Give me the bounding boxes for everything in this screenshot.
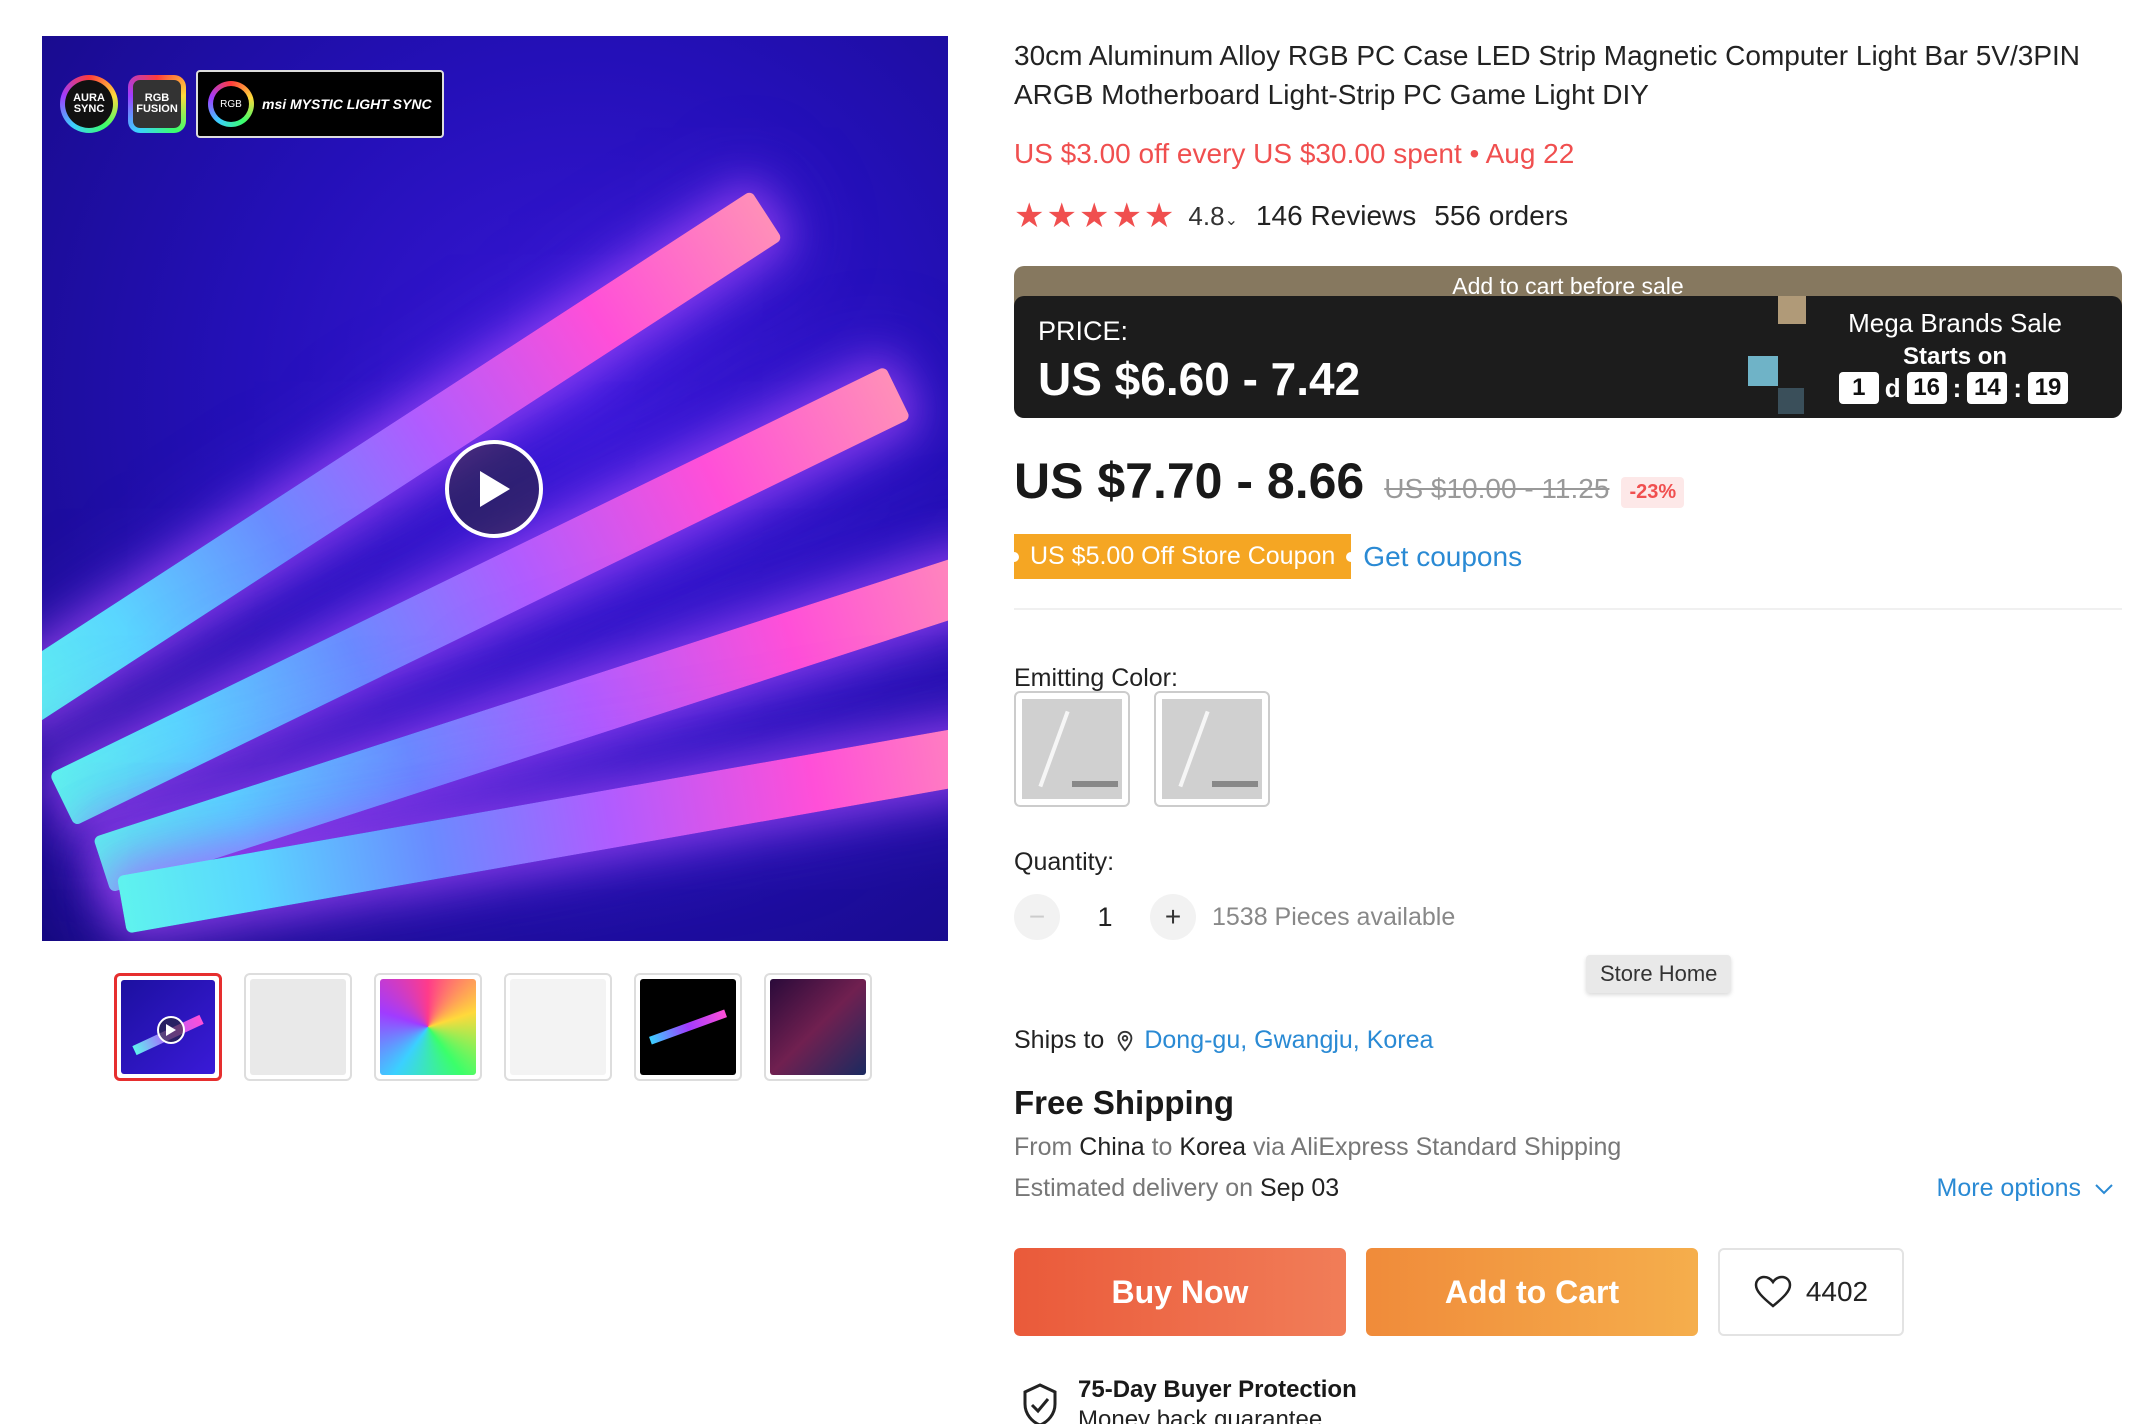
- star-rating-icon: ★★★★★: [1014, 197, 1177, 235]
- heart-icon: [1754, 1275, 1792, 1308]
- shipping-route: From China to Korea via AliExpress Stand…: [1014, 1133, 1622, 1161]
- wishlist-button[interactable]: 4402: [1718, 1248, 1904, 1336]
- thumbnail-strip: [114, 973, 872, 1081]
- location-pin-icon: [1118, 1030, 1133, 1052]
- thumbnail-image[interactable]: [764, 973, 872, 1081]
- countdown-timer: 1 d 16 : 14 : 19: [1838, 372, 2068, 404]
- thumbnail-image[interactable]: [244, 973, 352, 1081]
- color-swatches: [1014, 691, 1270, 807]
- thumbnail-image[interactable]: [634, 973, 742, 1081]
- color-option-2[interactable]: [1154, 691, 1270, 807]
- presale-banner: Add to cart before sale PRICE: US $6.60 …: [1014, 266, 2122, 418]
- original-price: US $10.00 - 11.25: [1384, 473, 1610, 504]
- play-icon: [480, 471, 510, 507]
- more-shipping-options-link[interactable]: More options: [1937, 1174, 2114, 1203]
- countdown-separator: :: [1952, 372, 1962, 403]
- orders-count: 556 orders: [1434, 200, 1569, 231]
- rating-value[interactable]: 4.8⌄: [1188, 201, 1238, 232]
- coupon-row: US $5.00 Off Store Coupon Get coupons: [1008, 534, 1522, 579]
- play-video-button[interactable]: [445, 440, 543, 538]
- product-title: 30cm Aluminum Alloy RGB PC Case LED Stri…: [1014, 40, 2080, 110]
- pieces-available: 1538 Pieces available: [1212, 902, 1456, 931]
- buyer-protection-title: 75-Day Buyer Protection: [1078, 1376, 1357, 1403]
- quantity-input[interactable]: 1: [1060, 902, 1150, 933]
- sale-event-name: Mega Brands Sale: [1848, 308, 2062, 338]
- store-coupon-badge[interactable]: US $5.00 Off Store Coupon: [1008, 534, 1357, 579]
- rgb-fusion-logo: RGB FUSION: [128, 75, 186, 133]
- play-icon: [157, 1016, 185, 1044]
- countdown-day-unit: d: [1884, 372, 1901, 403]
- countdown-seconds: 19: [2028, 372, 2068, 404]
- buy-now-button[interactable]: Buy Now: [1014, 1248, 1346, 1336]
- decoration-pixel: [1778, 388, 1804, 414]
- get-coupons-link[interactable]: Get coupons: [1363, 541, 1522, 573]
- countdown-minutes: 14: [1967, 372, 2008, 404]
- countdown-days: 1: [1838, 372, 1879, 404]
- color-option-1[interactable]: [1014, 691, 1130, 807]
- decoration-pixel: [1748, 356, 1778, 386]
- action-buttons: Buy Now Add to Cart 4402: [1014, 1248, 1904, 1336]
- countdown-separator: :: [2013, 372, 2022, 403]
- divider: [1014, 608, 2122, 610]
- emitting-color-label: Emitting Color:: [1014, 664, 1178, 692]
- ship-location-link[interactable]: Dong-gu, Gwangju, Korea: [1144, 1026, 1433, 1055]
- main-product-image[interactable]: AURA SYNC RGB FUSION RGB msi MYSTIC LIGH…: [42, 36, 948, 941]
- countdown-hours: 16: [1906, 372, 1947, 404]
- thumbnail-video[interactable]: [114, 973, 222, 1081]
- quantity-label: Quantity:: [1014, 848, 1115, 876]
- sale-starts-label: Starts on: [1903, 343, 2008, 370]
- brand-logos: AURA SYNC RGB FUSION RGB msi MYSTIC LIGH…: [60, 70, 444, 138]
- thumbnail-image[interactable]: [374, 973, 482, 1081]
- reviews-link[interactable]: 146 Reviews: [1256, 200, 1416, 232]
- store-home-tooltip: Store Home: [1586, 955, 1732, 993]
- ships-to-label: Ships to: [1014, 1026, 1105, 1054]
- msi-mystic-light-logo: RGB msi MYSTIC LIGHT SYNC: [196, 70, 444, 138]
- estimated-delivery: Estimated delivery on Sep 03: [1014, 1174, 1340, 1202]
- rating-row: ★★★★★ 4.8⌄ 146 Reviews 556 orders: [1014, 196, 2114, 236]
- wishlist-count: 4402: [1805, 1276, 1869, 1307]
- price-row: US $7.70 - 8.66 US $10.00 - 11.25 -23%: [1014, 452, 1685, 510]
- buyer-protection: 75-Day Buyer Protection Money back guara…: [1020, 1376, 1357, 1424]
- discount-badge: -23%: [1621, 477, 1685, 508]
- quantity-stepper: − 1 + 1538 Pieces available: [1014, 894, 1455, 940]
- increase-quantity-button[interactable]: +: [1150, 894, 1196, 940]
- aura-sync-logo: AURA SYNC: [60, 75, 118, 133]
- sale-price-label: PRICE:: [1038, 316, 1129, 346]
- product-details: 30cm Aluminum Alloy RGB PC Case LED Stri…: [1008, 36, 2122, 1424]
- decoration-pixel: [1778, 296, 1806, 324]
- buyer-protection-subtitle: Money back guarantee: [1078, 1406, 1323, 1424]
- sale-event-info: Mega Brands Sale Starts on: [1848, 308, 2062, 371]
- ships-to-row: Ships to Dong-gu, Gwangju, Korea: [1014, 1026, 1433, 1055]
- thumbnail-image[interactable]: [504, 973, 612, 1081]
- rgb-ring-logo: RGB: [208, 81, 254, 127]
- shield-check-icon: [1023, 1383, 1057, 1424]
- current-price: US $7.70 - 8.66: [1014, 453, 1365, 509]
- sale-price: US $6.60 - 7.42: [1038, 353, 1361, 405]
- add-to-cart-button[interactable]: Add to Cart: [1366, 1248, 1698, 1336]
- chevron-down-icon: [2095, 1184, 2113, 1195]
- presale-body: PRICE: US $6.60 - 7.42 Mega Brands Sale …: [1014, 296, 2122, 418]
- chevron-down-icon: ⌄: [1224, 211, 1238, 229]
- decrease-quantity-button[interactable]: −: [1014, 894, 1060, 940]
- promo-text: US $3.00 off every US $30.00 spent • Aug…: [1014, 138, 1575, 169]
- free-shipping-title: Free Shipping: [1014, 1084, 1235, 1121]
